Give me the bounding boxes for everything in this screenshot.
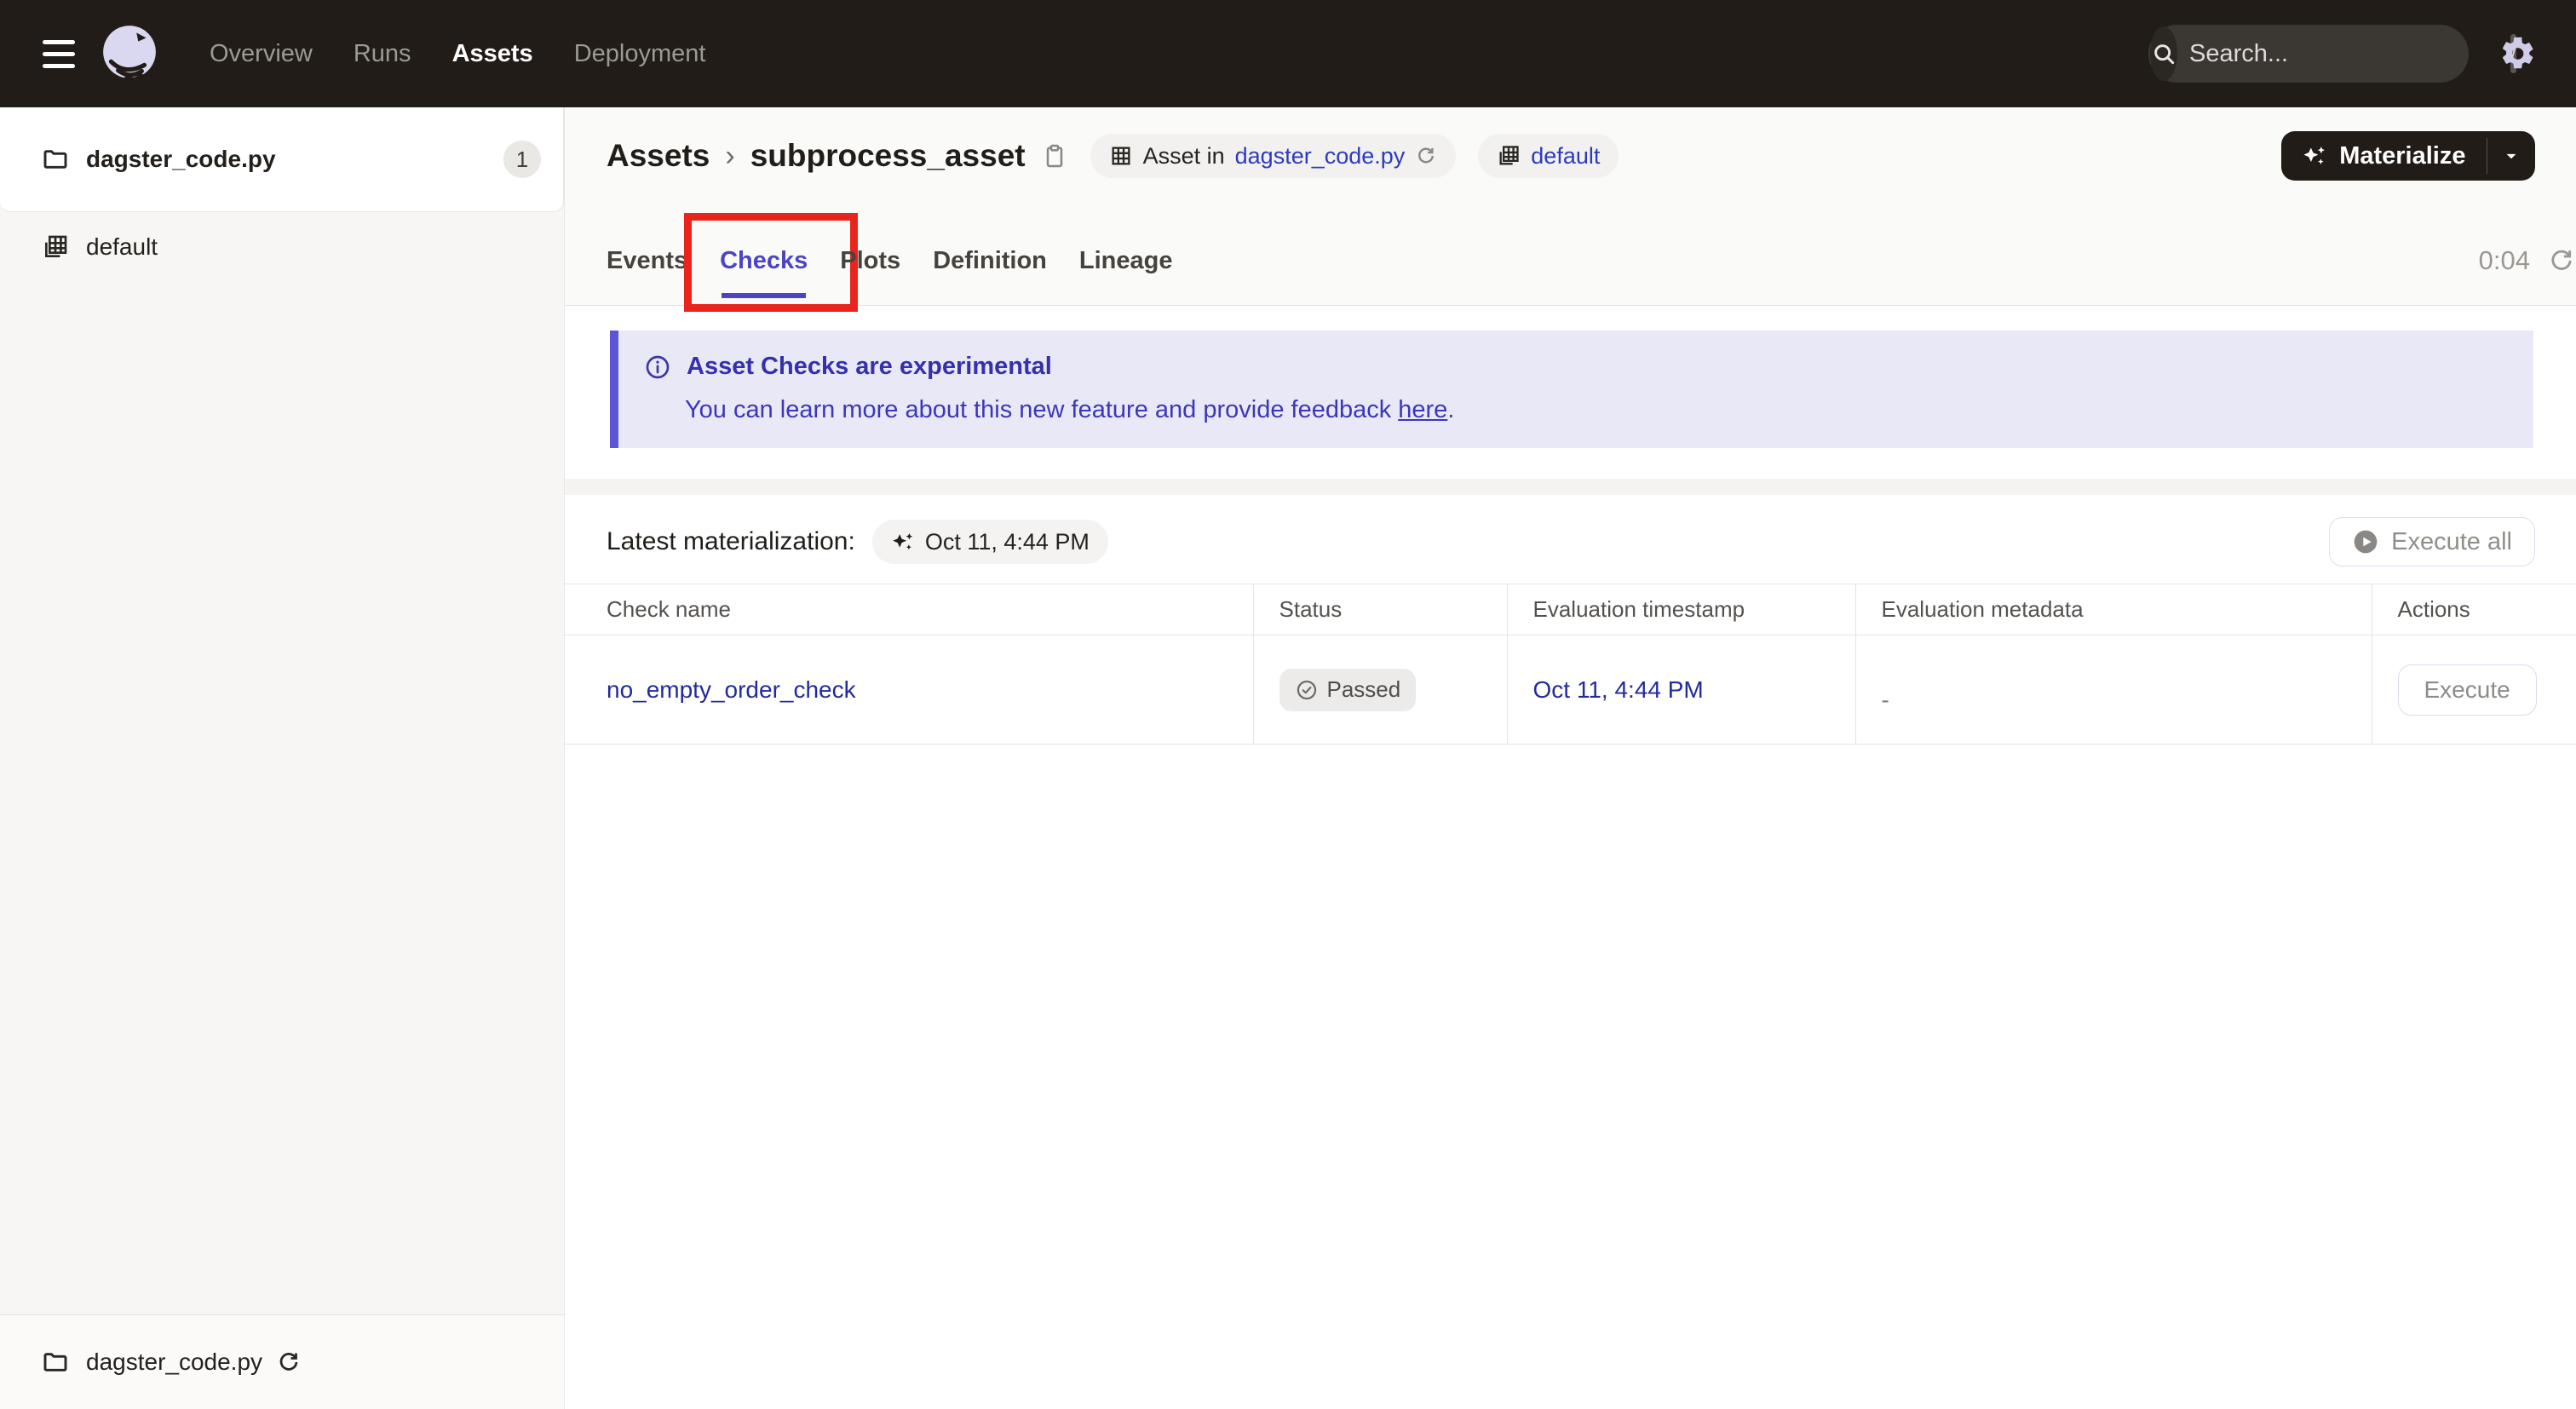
tab-checks-label: Checks [720,246,808,274]
refresh-timer: 0:04 [2479,216,2576,305]
top-nav: Overview Runs Assets Deployment / [0,0,2576,107]
sidebar-code-location[interactable]: dagster_code.py [0,1314,564,1409]
check-circle-icon [1295,678,1319,702]
materialize-button[interactable]: Materialize [2281,131,2486,181]
copy-icon[interactable] [1041,142,1068,170]
refresh-icon[interactable] [2547,246,2576,275]
refresh-icon[interactable] [1415,145,1437,167]
folder-icon [42,146,69,173]
page-title: subprocess_asset [750,138,1026,173]
execute-all-button[interactable]: Execute all [2329,517,2535,566]
banner-title: Asset Checks are experimental [687,353,1052,380]
search-icon [2150,26,2177,81]
column-evaluation-timestamp: Evaluation timestamp [1506,584,1855,635]
dagster-logo[interactable] [99,23,160,84]
asset-tabs: Events Checks Plots Definition Lineage [607,213,2535,312]
latest-materialization-row: Latest materialization: Oct 11, 4:44 PM … [565,495,2576,584]
sidebar-item-label: dagster_code.py [86,146,276,172]
asset-group-chip[interactable]: default [1478,134,1619,178]
search-box[interactable]: / [2148,25,2517,83]
timer-value: 0:04 [2478,245,2530,275]
column-actions: Actions [2371,584,2576,635]
tab-checks[interactable]: Checks [684,213,859,312]
section-divider [565,479,2576,495]
banner-section: Asset Checks are experimental You can le… [565,306,2576,479]
materialize-dropdown-button[interactable] [2487,131,2535,181]
nav-item-runs[interactable]: Runs [354,40,411,68]
check-name-link[interactable]: no_empty_order_check [607,676,856,703]
feedback-link[interactable]: here [1398,396,1447,423]
sidebar-item-default-group[interactable]: default [0,212,564,282]
column-evaluation-metadata: Evaluation metadata [1854,584,2372,635]
gear-icon[interactable] [2498,34,2537,73]
sidebar-item-dagster-code[interactable]: dagster_code.py 1 [0,107,564,212]
asset-sidebar: dagster_code.py 1 default dagster_code.p… [0,107,565,1409]
nav-item-overview[interactable]: Overview [210,40,313,68]
execute-button[interactable]: Execute [2397,664,2537,716]
nav-item-deployment[interactable]: Deployment [574,40,706,68]
code-location-label: dagster_code.py [86,1349,263,1375]
table-row: no_empty_order_check Passed Oct 11, 4:44… [565,635,2576,745]
materialize-split-button: Materialize [2281,131,2535,181]
experimental-banner: Asset Checks are experimental You can le… [610,331,2533,448]
latest-materialization-label: Latest materialization: [607,527,855,555]
execute-all-label: Execute all [2391,527,2512,555]
folder-icon [42,1349,69,1376]
asset-chip-prefix: Asset in [1142,142,1225,169]
sidebar-item-label: default [86,233,158,260]
tab-lineage[interactable]: Lineage [1079,216,1173,305]
asset-chip-code-link[interactable]: dagster_code.py [1235,143,1406,170]
breadcrumb-assets-link[interactable]: Assets [607,138,710,174]
banner-body: You can learn more about this new featur… [685,396,2508,424]
table-header-row: Check name Status Evaluation timestamp E… [565,584,2576,635]
evaluation-metadata-value: - [1854,635,2372,745]
sparkle-icon [893,532,913,550]
materialization-timestamp-chip[interactable]: Oct 11, 4:44 PM [871,520,1108,564]
column-check-name: Check name [565,584,1253,635]
breadcrumb: Assets › subprocess_asset Asset in dagst… [607,131,2535,181]
banner-body-text: You can learn more about this new featur… [685,396,1399,423]
tab-events[interactable]: Events [607,216,687,305]
tab-definition[interactable]: Definition [933,216,1047,305]
group-chip-link[interactable]: default [1531,143,1600,170]
materialization-timestamp: Oct 11, 4:44 PM [924,528,1090,555]
asset-header: Assets › subprocess_asset Asset in dagst… [565,107,2576,312]
sparkle-icon [2303,147,2326,164]
reload-icon[interactable] [276,1349,302,1375]
dagster-app: Overview Runs Assets Deployment / dagste [0,0,2576,1409]
asset-group-icon [42,233,69,261]
hamburger-menu-icon[interactable] [43,39,75,68]
info-icon [644,354,671,381]
nav-item-assets[interactable]: Assets [452,40,533,68]
search-input[interactable] [2189,39,2510,68]
asset-group-icon [1497,144,1521,168]
column-status: Status [1252,584,1507,635]
tab-plots[interactable]: Plots [840,216,900,305]
status-badge: Passed [1279,668,1417,711]
breadcrumb-separator: › [725,139,735,172]
chevron-down-icon [2506,153,2516,159]
nav-right: / [2148,25,2537,83]
nav-links: Overview Runs Assets Deployment [210,40,705,68]
asset-definition-chip[interactable]: Asset in dagster_code.py [1090,134,1457,178]
status-label: Passed [1326,676,1401,702]
main-content: Assets › subprocess_asset Asset in dagst… [565,107,2576,1409]
asset-count-badge: 1 [503,141,541,178]
evaluation-timestamp-link[interactable]: Oct 11, 4:44 PM [1533,676,1704,703]
materialize-label: Materialize [2339,141,2466,170]
checks-section: Latest materialization: Oct 11, 4:44 PM … [565,495,2576,745]
checks-table: Check name Status Evaluation timestamp E… [565,584,2576,745]
table-icon [1109,144,1133,168]
banner-body-suffix: . [1447,396,1455,423]
active-tab-underline [722,293,807,298]
play-circle-icon [2354,530,2378,554]
